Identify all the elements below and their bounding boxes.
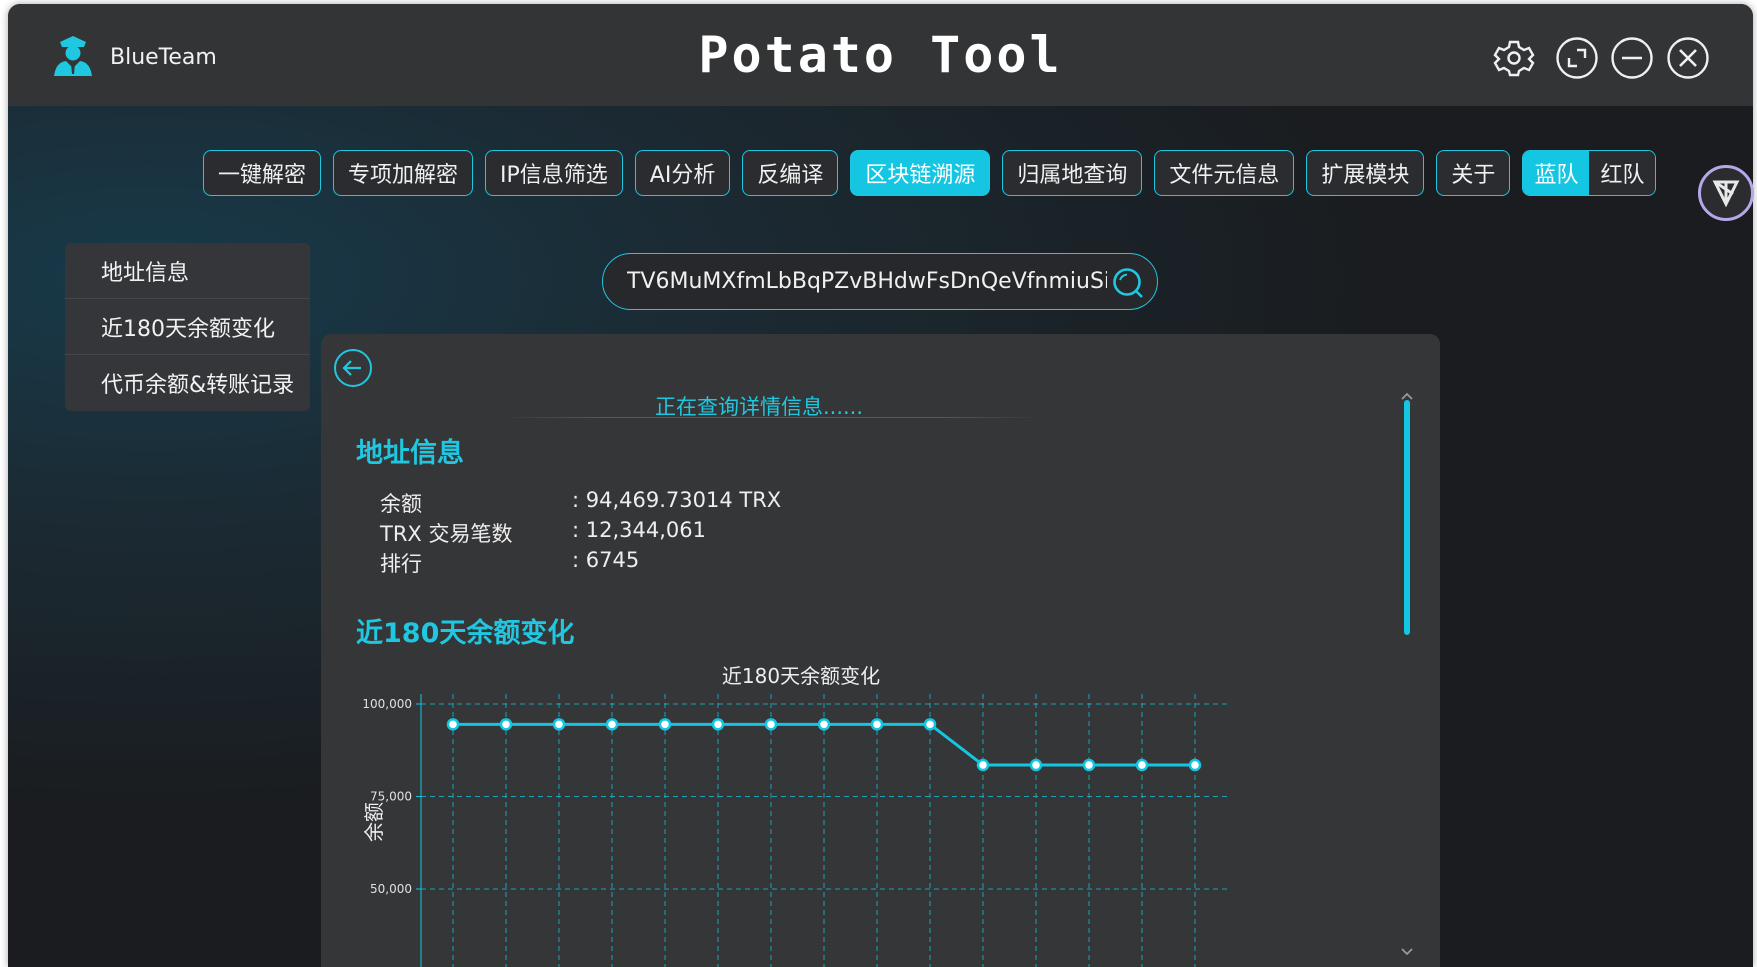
data-point [711,718,725,731]
balance-line-chart: 近180天余额变化100,00075,00050,00025,000余额 [362,664,1231,967]
side-menu-item-balance-change[interactable]: 近180天余额变化 [65,299,310,355]
kv-row-rank: 排行 : 6745 [380,548,639,578]
kv-key: 排行 [380,552,422,576]
scroll-down-icon[interactable] [1401,942,1413,961]
aperture-icon [1712,180,1740,208]
side-menu: 地址信息 近180天余额变化 代币余额&转账记录 [65,243,310,411]
tab-about[interactable]: 关于 [1436,150,1511,196]
data-point [552,718,566,731]
data-point [817,718,831,731]
y-tick-label: 100,000 [362,697,412,711]
tab-special-crypto[interactable]: 专项加解密 [333,150,474,196]
address-search-input[interactable] [627,269,1107,294]
team-toggle: 蓝队 红队 [1522,150,1657,196]
tab-ai-analysis[interactable]: AI分析 [634,150,731,196]
address-search-box [602,253,1158,310]
gear-icon[interactable] [1492,36,1536,80]
minimize-icon[interactable] [1610,36,1654,80]
data-point [870,718,884,731]
scrollbar-thumb[interactable] [1404,400,1410,635]
data-point [976,758,990,772]
kv-value: : 6745 [572,548,640,572]
data-point [1188,758,1202,772]
section-title-address-info: 地址信息 [356,438,464,469]
tab-blockchain-trace[interactable]: 区块链溯源 [850,150,991,196]
kv-value: : 94,469.73014 TRX [572,488,782,512]
section-title-balance-change: 近180天余额变化 [356,618,575,649]
data-point [658,718,672,731]
tab-decompile[interactable]: 反编译 [742,150,839,196]
kv-row-balance: 余额 : 94,469.73014 TRX [380,488,781,518]
data-point [1135,758,1149,772]
y-tick-label: 50,000 [370,882,412,896]
data-point [1082,758,1096,772]
kv-key: TRX 交易笔数 [380,522,513,546]
data-point [499,718,513,731]
close-icon[interactable] [1666,36,1710,80]
data-point [605,718,619,731]
data-point [764,718,778,731]
y-tick-label: 75,000 [370,790,412,804]
y-axis-label: 余额 [362,802,386,842]
side-menu-item-token-transfers[interactable]: 代币余额&转账记录 [65,355,310,411]
maximize-icon[interactable] [1555,36,1599,80]
chart-title: 近180天余额变化 [722,664,880,688]
titlebar: BlueTeam Potato Tool [8,4,1753,106]
divider [501,417,1041,418]
kv-row-trx-tx-count: TRX 交易笔数 : 12,344,061 [380,518,706,548]
side-menu-item-address-info[interactable]: 地址信息 [65,243,310,299]
detail-panel: 正在查询详情信息...... 地址信息 余额 : 94,469.73014 TR… [321,334,1440,967]
tab-file-metadata[interactable]: 文件元信息 [1154,150,1295,196]
tab-bar: 一键解密 专项加解密 IP信息筛选 AI分析 反编译 区块链溯源 归属地查询 文… [203,150,1657,196]
search-icon[interactable] [1111,266,1145,304]
data-point [446,718,460,731]
team-toggle-red[interactable]: 红队 [1589,151,1656,195]
data-point [1029,758,1043,772]
team-toggle-blue[interactable]: 蓝队 [1523,151,1590,195]
floating-logo-button[interactable] [1698,165,1754,221]
tab-one-click-decrypt[interactable]: 一键解密 [203,150,322,196]
kv-value: : 12,344,061 [572,518,706,542]
tab-extensions[interactable]: 扩展模块 [1306,150,1425,196]
back-arrow-icon[interactable] [333,348,373,392]
tab-ip-filter[interactable]: IP信息筛选 [485,150,623,196]
kv-key: 余额 [380,492,422,516]
data-point [923,718,937,731]
tab-location-query[interactable]: 归属地查询 [1002,150,1143,196]
